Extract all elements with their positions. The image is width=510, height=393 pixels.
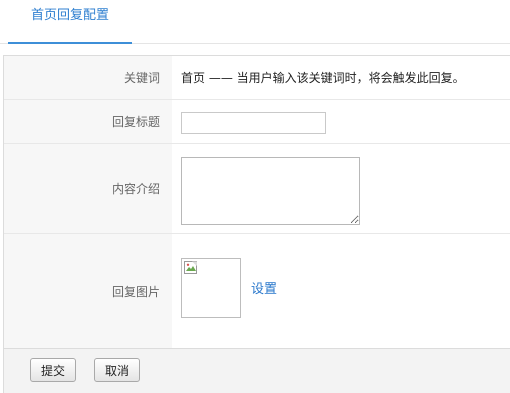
broken-image-icon — [184, 261, 197, 274]
keyword-text: 首页 —— 当用户输入该关键词时，将会触发此回复。 — [181, 71, 465, 85]
content-intro-row: 内容介绍 — [4, 144, 510, 234]
reply-image-row: 回复图片 设置 — [4, 234, 510, 348]
content-intro-value-cell — [172, 144, 510, 233]
keyword-value-cell: 首页 —— 当用户输入该关键词时，将会触发此回复。 — [172, 56, 510, 99]
reply-title-label: 回复标题 — [4, 100, 172, 143]
cancel-button[interactable]: 取消 — [94, 358, 140, 382]
reply-image-label: 回复图片 — [4, 234, 172, 348]
content-intro-textarea[interactable] — [181, 157, 360, 225]
tab-home-reply-config[interactable]: 首页回复配置 — [8, 0, 132, 44]
submit-button[interactable]: 提交 — [30, 358, 76, 382]
reply-config-form: 关键词 首页 —— 当用户输入该关键词时，将会触发此回复。 回复标题 内容介绍 … — [3, 55, 510, 348]
content-intro-label: 内容介绍 — [4, 144, 172, 233]
form-footer: 提交 取消 — [3, 348, 510, 393]
reply-image-preview[interactable] — [181, 258, 241, 318]
reply-title-value-cell — [172, 100, 510, 143]
reply-title-row: 回复标题 — [4, 100, 510, 144]
keyword-row: 关键词 首页 —— 当用户输入该关键词时，将会触发此回复。 — [4, 56, 510, 100]
set-image-link[interactable]: 设置 — [251, 278, 277, 297]
reply-image-value-cell: 设置 — [172, 234, 510, 348]
reply-title-input[interactable] — [181, 112, 326, 134]
tab-bar: 首页回复配置 — [0, 0, 510, 44]
keyword-label: 关键词 — [4, 56, 172, 99]
